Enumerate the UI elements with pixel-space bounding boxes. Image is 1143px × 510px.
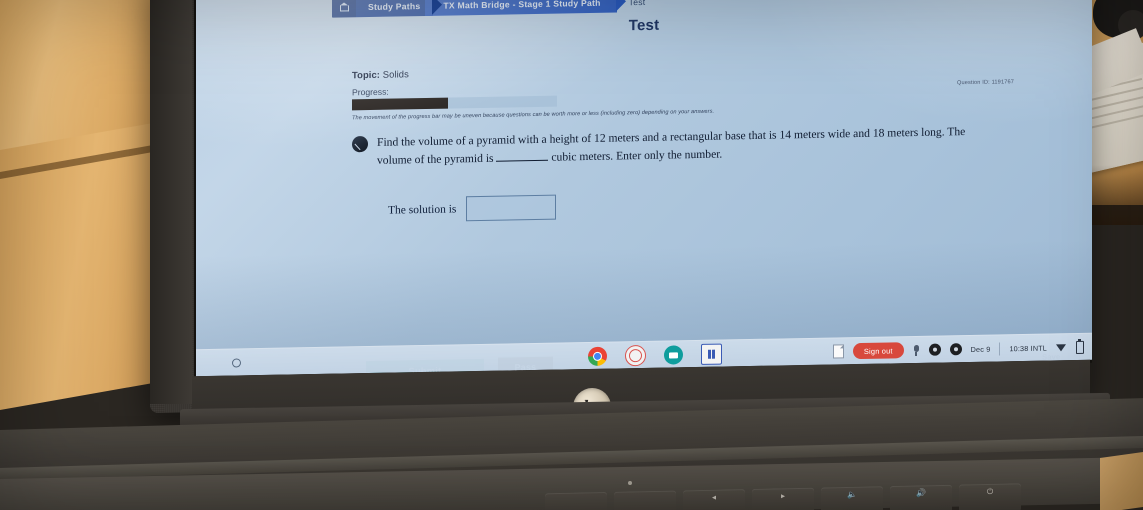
question-panel: Topic: Solids Progress: The movement of … <box>352 58 1062 380</box>
home-icon <box>340 3 348 11</box>
question-prompt-line1: Find the volume of a pyramid with a heig… <box>377 125 966 149</box>
shelf-date: Dec 9 <box>970 344 991 354</box>
keyboard-key-label: ▸ <box>780 491 785 501</box>
progress-bar <box>352 95 557 111</box>
answer-blank <box>496 159 549 162</box>
pencil-circle-icon <box>352 136 368 153</box>
keyboard-key[interactable]: ⏻ <box>959 483 1021 510</box>
keyboard-key-label: ◂ <box>711 492 716 502</box>
keyboard-key[interactable]: 🔈 <box>821 486 883 510</box>
question-id: Question ID: 1191767 <box>956 79 1014 87</box>
question-prompt-line2b: cubic meters. Enter only the number. <box>551 147 723 164</box>
progress-label: Progress: <box>352 86 389 98</box>
solution-input[interactable] <box>466 194 557 222</box>
browser-viewport: TexasCollegeBridge Powered by NROC Study… <box>194 0 1092 380</box>
breadcrumb-label: TX Math Bridge - Stage 1 Study Path <box>443 0 601 11</box>
keyboard-key[interactable]: ◂ <box>683 489 745 510</box>
app-icon[interactable] <box>701 343 722 365</box>
shelf-divider <box>999 341 1001 355</box>
solution-label: The solution is <box>388 203 457 217</box>
solution-row: The solution is <box>388 187 968 223</box>
question-row: Find the volume of a pyramid with a heig… <box>352 123 968 170</box>
sign-out-button[interactable]: Sign out <box>852 342 904 360</box>
desk-surface-bottom-right <box>1100 451 1143 510</box>
question-prompt-line2a: volume of the pyramid is <box>377 151 494 167</box>
keyboard-key[interactable]: 🔊 <box>890 484 952 510</box>
status-icon[interactable] <box>928 343 941 356</box>
topic-label: Topic: <box>352 68 381 81</box>
document-icon[interactable] <box>832 344 844 359</box>
paint-icon[interactable] <box>625 344 646 367</box>
screen-bezel-left <box>150 0 192 404</box>
keyboard-key[interactable] <box>545 491 607 510</box>
wifi-icon[interactable] <box>1056 343 1067 351</box>
microphone-icon[interactable] <box>913 344 920 355</box>
breadcrumb-label: Study Paths <box>368 0 421 12</box>
breadcrumb: Study Paths TX Math Bridge - Stage 1 Stu… <box>332 0 653 18</box>
progress-bar-fill <box>352 97 449 111</box>
chevron-right-icon <box>432 0 443 15</box>
shelf-app-list <box>588 343 722 367</box>
breadcrumb-label: Test <box>628 0 646 7</box>
question-prompt: Find the volume of a pyramid with a heig… <box>377 123 968 169</box>
keyboard-key[interactable]: ▸ <box>752 487 814 510</box>
laptop-screen: TexasCollegeBridge Powered by NROC Study… <box>194 0 1092 380</box>
keyboard-key[interactable] <box>614 490 676 510</box>
launcher-icon[interactable] <box>232 358 241 368</box>
keyboard-key-label: 🔊 <box>916 488 926 498</box>
laptop-device: TexasCollegeBridge Powered by NROC Study… <box>150 0 1110 434</box>
keyboard-key-label: ⏻ <box>986 486 994 497</box>
page-title: Test <box>628 16 660 35</box>
meet-icon[interactable] <box>664 345 683 365</box>
shelf-time[interactable]: 10:38 INTL <box>1009 343 1047 353</box>
chevron-right-icon <box>615 0 626 12</box>
battery-icon[interactable] <box>1076 340 1084 354</box>
breadcrumb-home[interactable] <box>332 0 356 18</box>
topic-value: Solids <box>382 68 409 80</box>
photograph-scene: TexasCollegeBridge Powered by NROC Study… <box>0 0 1143 510</box>
breadcrumb-item-study-paths[interactable]: Study Paths <box>356 0 443 18</box>
chrome-icon[interactable] <box>588 346 607 367</box>
keyboard-indicator <box>628 481 632 485</box>
keyboard-key-label: 🔈 <box>847 489 857 499</box>
breadcrumb-item-study-path[interactable]: TX Math Bridge - Stage 1 Study Path <box>425 0 626 16</box>
status-icon[interactable] <box>949 343 962 356</box>
